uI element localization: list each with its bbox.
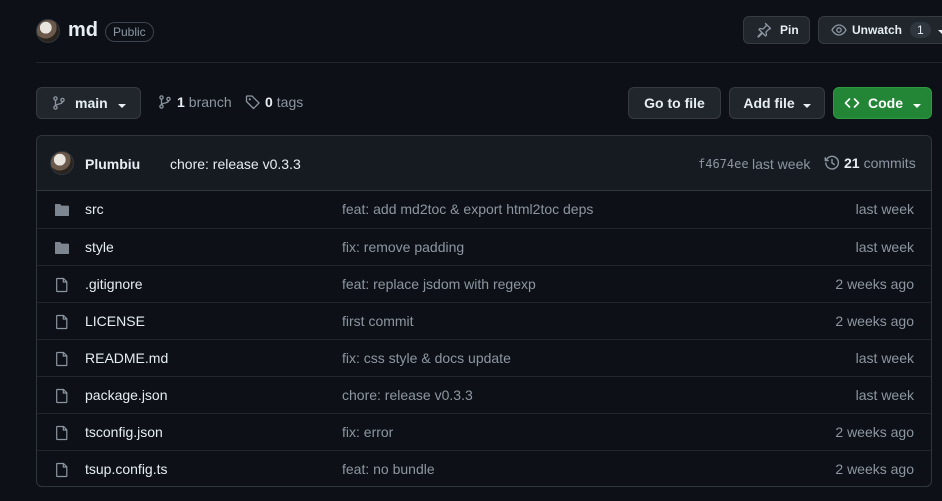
file-row[interactable]: package.json chore: release v0.3.3 last we… xyxy=(37,376,931,413)
chevron-down-icon xyxy=(907,95,921,111)
file-commit-age: 2 weeks ago xyxy=(835,313,914,329)
file-name-link[interactable]: README.md xyxy=(85,350,168,366)
owner-avatar[interactable] xyxy=(36,19,60,43)
code-icon xyxy=(844,95,860,111)
tags-link[interactable]: 0 tags xyxy=(245,94,303,110)
tags-label: tags xyxy=(276,94,304,110)
file-commit-age: 2 weeks ago xyxy=(835,424,914,440)
file-commit-age: last week xyxy=(855,239,914,255)
file-name-link[interactable]: package.json xyxy=(85,387,168,403)
branch-icon xyxy=(51,95,67,111)
branches-count: 1 xyxy=(177,94,185,110)
pin-button[interactable]: Pin xyxy=(743,16,810,44)
chevron-down-icon xyxy=(112,95,126,111)
file-row[interactable]: .gitignore feat: replace jsdom with regex… xyxy=(37,265,931,302)
visibility-badge: Public xyxy=(105,22,154,42)
file-commit-message-link[interactable]: feat: add md2toc & export html2toc deps xyxy=(342,201,593,217)
pin-icon xyxy=(756,22,772,38)
commit-author-avatar[interactable] xyxy=(50,151,74,175)
file-name-link[interactable]: style xyxy=(85,239,114,255)
file-browser: Plumbiu chore: release v0.3.3 f4674ee la… xyxy=(36,135,932,487)
branch-name: main xyxy=(75,95,108,111)
file-icon xyxy=(54,277,70,296)
file-commit-message-link[interactable]: feat: replace jsdom with regexp xyxy=(342,276,536,292)
file-icon xyxy=(54,351,70,370)
file-row[interactable]: style fix: remove padding last week xyxy=(37,228,931,265)
file-icon xyxy=(54,388,70,407)
file-name-link[interactable]: tsup.config.ts xyxy=(85,461,168,477)
commits-history-link[interactable]: 21 commits xyxy=(824,155,916,171)
file-icon xyxy=(54,314,70,333)
branches-link[interactable]: 1 branch xyxy=(157,94,232,110)
latest-commit-bar: Plumbiu chore: release v0.3.3 f4674ee la… xyxy=(37,136,931,191)
file-row[interactable]: LICENSE first commit 2 weeks ago xyxy=(37,302,931,339)
file-name-link[interactable]: LICENSE xyxy=(85,313,145,329)
commits-count: 21 xyxy=(844,155,860,171)
commit-age: last week xyxy=(752,156,811,172)
header-divider xyxy=(36,62,942,63)
file-name-link[interactable]: src xyxy=(85,201,104,217)
file-commit-age: last week xyxy=(855,350,914,366)
folder-icon xyxy=(54,240,70,259)
chevron-down-icon xyxy=(937,23,942,37)
file-commit-message-link[interactable]: chore: release v0.3.3 xyxy=(342,387,473,403)
branch-selector[interactable]: main xyxy=(36,87,141,119)
file-icon xyxy=(54,462,70,481)
unwatch-button[interactable]: Unwatch 1 xyxy=(818,16,942,44)
chevron-down-icon xyxy=(797,95,811,111)
add-file-label: Add file xyxy=(743,95,795,111)
file-commit-message-link[interactable]: first commit xyxy=(342,313,414,329)
code-button[interactable]: Code xyxy=(833,87,932,119)
file-icon xyxy=(54,425,70,444)
commit-sha[interactable]: f4674ee xyxy=(698,157,749,171)
file-commit-message-link[interactable]: fix: remove padding xyxy=(342,239,464,255)
folder-icon xyxy=(54,202,70,221)
file-row[interactable]: src feat: add md2toc & export html2toc de… xyxy=(37,191,931,228)
commits-label: commits xyxy=(863,155,916,171)
pin-label: Pin xyxy=(780,23,799,37)
file-row[interactable]: tsup.config.ts feat: no bundle 2 weeks ago xyxy=(37,450,931,486)
file-row[interactable]: tsconfig.json fix: error 2 weeks ago xyxy=(37,413,931,450)
unwatch-label: Unwatch xyxy=(852,23,903,37)
branch-icon xyxy=(157,94,173,110)
commit-message[interactable]: chore: release v0.3.3 xyxy=(170,156,301,172)
go-to-file-button[interactable]: Go to file xyxy=(628,87,721,119)
branches-label: branch xyxy=(188,94,232,110)
tag-icon xyxy=(245,94,261,110)
watch-count: 1 xyxy=(910,22,931,38)
history-icon xyxy=(824,155,840,171)
tags-count: 0 xyxy=(265,94,273,110)
file-commit-age: 2 weeks ago xyxy=(835,276,914,292)
eye-icon xyxy=(831,22,847,38)
file-commit-age: 2 weeks ago xyxy=(835,461,914,477)
add-file-button[interactable]: Add file xyxy=(729,87,825,119)
code-label: Code xyxy=(868,95,903,111)
repo-name[interactable]: md xyxy=(68,19,98,42)
file-commit-message-link[interactable]: fix: css style & docs update xyxy=(342,350,511,366)
file-commit-age: last week xyxy=(855,387,914,403)
commit-author[interactable]: Plumbiu xyxy=(85,156,140,172)
file-commit-age: last week xyxy=(855,201,914,217)
file-commit-message-link[interactable]: feat: no bundle xyxy=(342,461,435,477)
file-name-link[interactable]: .gitignore xyxy=(85,276,143,292)
file-commit-message-link[interactable]: fix: error xyxy=(342,424,393,440)
file-name-link[interactable]: tsconfig.json xyxy=(85,424,163,440)
file-row[interactable]: README.md fix: css style & docs update las… xyxy=(37,339,931,376)
